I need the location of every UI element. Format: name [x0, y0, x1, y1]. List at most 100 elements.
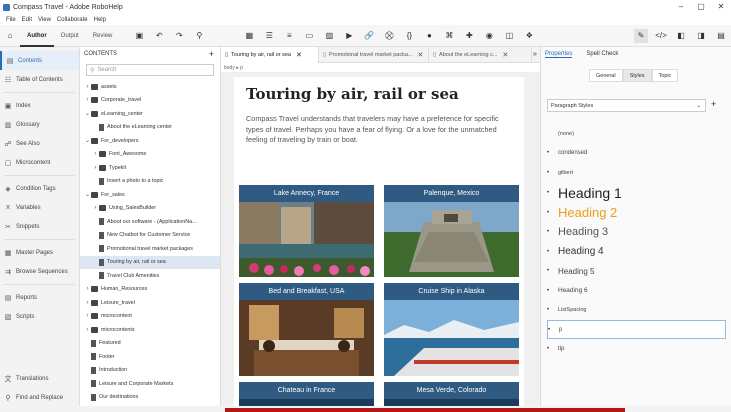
tree-topic[interactable]: Leisure and Corporate Markets [80, 377, 220, 391]
tab-review[interactable]: Review [86, 25, 120, 47]
chevron-right-icon[interactable]: › [84, 84, 91, 90]
save-icon[interactable]: ▣ [132, 29, 146, 43]
chevron-down-icon[interactable]: ⌄ [84, 137, 91, 144]
chevron-down-icon[interactable]: ⌄ [84, 110, 91, 117]
style-item[interactable]: • Heading 3 [547, 222, 726, 242]
more-tabs-icon[interactable]: » [533, 51, 537, 58]
topic-heading[interactable]: Touring by air, rail or sea [246, 85, 459, 103]
nav-index[interactable]: ▣ Index [0, 96, 79, 115]
style-item[interactable]: • gilbert [547, 163, 726, 183]
tree-folder[interactable]: › microcontents [80, 323, 220, 337]
style-type-dropdown[interactable]: Paragraph Styles ⌄ [547, 99, 706, 112]
split-view-icon[interactable]: ◧ [674, 29, 688, 43]
tree-folder[interactable]: › microcontent [80, 310, 220, 324]
tree-folder[interactable]: ⌄ For_sales [80, 188, 220, 202]
add-style-icon[interactable]: + [711, 99, 716, 109]
insert-image-icon[interactable]: ▨ [322, 29, 336, 43]
insert-numbered-list-icon[interactable]: ≡ [282, 29, 296, 43]
panel-toggle-icon[interactable]: ▤ [714, 29, 728, 43]
tree-topic[interactable]: Travel Club Amenities [80, 269, 220, 283]
tree-folder[interactable]: ⌄ eLearning_center [80, 107, 220, 121]
insert-link-icon[interactable]: 🔗 [362, 29, 376, 43]
style-item[interactable]: (none) [547, 124, 726, 144]
tree-folder[interactable]: › Using_SalesBuilder [80, 202, 220, 216]
style-item[interactable]: • Heading 5 [547, 261, 726, 281]
destination-card[interactable]: Cruise Ship in Alaska [384, 283, 519, 376]
tree-folder[interactable]: › Font_Awesome [80, 148, 220, 162]
tree-topic[interactable]: Featured [80, 337, 220, 351]
style-item[interactable]: • Heading 4 [547, 242, 726, 262]
chevron-right-icon[interactable]: › [92, 165, 99, 171]
style-item[interactable]: • Heading 2 [547, 203, 726, 223]
close-tab-icon[interactable]: ✕ [417, 51, 423, 59]
tree-topic[interactable]: New Chatbot for Customer Service [80, 229, 220, 243]
preview-icon[interactable]: ◨ [694, 29, 708, 43]
contents-search[interactable]: ⚲ Search [86, 64, 214, 76]
chevron-right-icon[interactable]: › [84, 300, 91, 306]
tree-topic[interactable]: Promotional travel market packages [80, 242, 220, 256]
tree-folder[interactable]: › assets [80, 80, 220, 94]
style-item[interactable]: • condensed [547, 144, 726, 164]
tree-topic[interactable]: Introduction [80, 364, 220, 378]
destination-card[interactable]: Bed and Breakfast, USA [239, 283, 374, 376]
tree-folder[interactable]: › Leisure_travel [80, 296, 220, 310]
close-icon[interactable]: ✕ [711, 0, 731, 14]
destination-card[interactable]: Palenque, Mexico [384, 185, 519, 277]
insert-widget-icon[interactable]: ✚ [462, 29, 476, 43]
redo-icon[interactable]: ↷ [172, 29, 186, 43]
style-item[interactable]: • Heading 1 [547, 183, 726, 203]
chevron-right-icon[interactable]: › [84, 327, 91, 333]
segment-topic[interactable]: Topic [651, 69, 679, 82]
maximize-icon[interactable]: ▢ [691, 0, 711, 14]
nav-glossary[interactable]: ▥ Glossary [0, 115, 79, 134]
tab-author[interactable]: Author [20, 25, 54, 47]
minimize-icon[interactable]: – [671, 0, 691, 14]
tree-topic[interactable]: Our destinations [80, 391, 220, 405]
chevron-down-icon[interactable]: ⌄ [84, 191, 91, 198]
menu-help[interactable]: Help [94, 17, 106, 23]
tab-output[interactable]: Output [54, 25, 86, 47]
style-item[interactable]: • Heading 6 [547, 281, 726, 301]
insert-video-icon[interactable]: ▶ [342, 29, 356, 43]
insert-dropdown-icon[interactable]: ◉ [482, 29, 496, 43]
nav-scripts[interactable]: ▧ Scripts [0, 307, 79, 326]
style-item[interactable]: • ListSpacing [547, 300, 726, 320]
add-icon[interactable]: + [209, 49, 214, 59]
insert-table-icon[interactable]: ▦ [242, 29, 256, 43]
nav-variables[interactable]: x Variables [0, 198, 79, 217]
menu-edit[interactable]: Edit [22, 17, 32, 23]
nav-condition-tags[interactable]: ◈ Condition Tags [0, 179, 79, 198]
segment-styles[interactable]: Styles [622, 69, 652, 82]
nav-translations[interactable]: 文 Translations [0, 369, 79, 388]
tree-folder[interactable]: › Human_Resources [80, 283, 220, 297]
nav-browse-sequences[interactable]: ⇉ Browse Sequences [0, 262, 79, 281]
nav-reports[interactable]: ▤ Reports [0, 288, 79, 307]
chevron-right-icon[interactable]: › [84, 97, 91, 103]
tree-topic[interactable]: Footer [80, 350, 220, 364]
chevron-right-icon[interactable]: › [84, 313, 91, 319]
editor-tab-touring[interactable]: ▯ Touring by air, rail or sea ✕ [221, 46, 319, 63]
close-tab-icon[interactable]: ✕ [502, 51, 508, 59]
undo-icon[interactable]: ↶ [152, 29, 166, 43]
menu-collaborate[interactable]: Collaborate [57, 17, 88, 23]
nav-contents[interactable]: ▤ Contents [0, 51, 79, 70]
chevron-right-icon[interactable]: › [92, 205, 99, 211]
menu-view[interactable]: View [38, 17, 51, 23]
topic-paragraph[interactable]: Compass Travel understands that traveler… [246, 114, 518, 146]
nav-microcontent[interactable]: ▢ Microcontent [0, 153, 79, 172]
editor-tab-promotional[interactable]: ▯ Promotional travel market packa... ✕ [319, 46, 429, 63]
tree-folder[interactable]: › Typekit [80, 161, 220, 175]
nav-snippets[interactable]: ✂ Snippets [0, 217, 79, 236]
menu-file[interactable]: File [6, 17, 16, 23]
nav-master-pages[interactable]: ▦ Master Pages [0, 243, 79, 262]
tab-properties[interactable]: Properties [545, 51, 573, 58]
insert-snippet-icon[interactable]: ⌘ [442, 29, 456, 43]
tree-topic[interactable]: About our software - (ApplicationNa... [80, 215, 220, 229]
topic-page[interactable]: Touring by air, rail or sea Compass Trav… [234, 77, 524, 412]
segment-general[interactable]: General [589, 69, 623, 82]
nav-find-and-replace[interactable]: ⚲ Find and Replace [0, 388, 79, 407]
tree-topic[interactable]: Insert a photo to a topic [80, 175, 220, 189]
nav-see-also[interactable]: ☍ See Also [0, 134, 79, 153]
insert-symbol-icon[interactable]: ● [422, 29, 436, 43]
tab-spell-check[interactable]: Spell Check [586, 51, 618, 57]
